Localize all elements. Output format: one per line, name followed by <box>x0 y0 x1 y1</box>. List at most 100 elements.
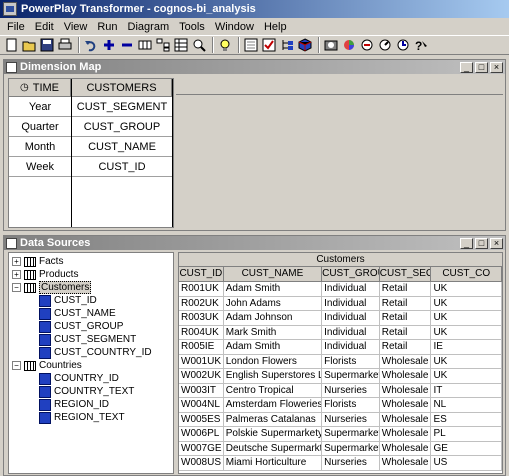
table-cell[interactable]: Retail <box>380 340 432 354</box>
dial-icon[interactable] <box>377 37 393 53</box>
table-cell[interactable]: W005ES <box>179 412 224 426</box>
columns-icon[interactable] <box>137 37 153 53</box>
remove-icon[interactable] <box>119 37 135 53</box>
menu-diagram[interactable]: Diagram <box>123 21 175 33</box>
help-icon[interactable]: ? <box>413 37 429 53</box>
table-cell[interactable]: Mark Smith <box>224 325 323 339</box>
table-cell[interactable]: Wholesale <box>380 441 432 455</box>
table-cell[interactable]: R004UK <box>179 325 224 339</box>
measure-icon[interactable] <box>359 37 375 53</box>
menu-view[interactable]: View <box>59 21 93 33</box>
menu-run[interactable]: Run <box>92 21 122 33</box>
expand-icon[interactable]: + <box>12 257 21 266</box>
table-row[interactable]: W005ES Palmeras Catalanas Nurseries Wholesa… <box>179 412 502 427</box>
open-icon[interactable] <box>21 37 37 53</box>
level-cust-segment[interactable]: CUST_SEGMENT <box>72 97 172 117</box>
tree-column-cust-id[interactable]: CUST_ID <box>39 294 97 307</box>
table-cell[interactable]: Individual <box>322 340 380 354</box>
chart-icon[interactable] <box>341 37 357 53</box>
zoom-icon[interactable] <box>191 37 207 53</box>
tree-column-cust-group[interactable]: CUST_GROUP <box>39 320 123 333</box>
dimension-header-time[interactable]: ◷ TIME <box>9 79 71 97</box>
table-cell[interactable]: IE <box>431 340 502 354</box>
table-cell[interactable]: UK <box>431 369 502 383</box>
tree-column-country-id[interactable]: COUNTRY_ID <box>39 372 119 385</box>
minimize-button[interactable]: _ <box>460 61 473 73</box>
table-cell[interactable]: Supermarkets <box>322 427 380 441</box>
undo-icon[interactable] <box>83 37 99 53</box>
table-cell[interactable]: W008US <box>179 456 224 470</box>
table-cell[interactable]: Individual <box>322 311 380 325</box>
table-row[interactable]: W006PLPolskie Supermarkety S.A.Supermark… <box>179 427 502 442</box>
save-icon[interactable] <box>39 37 55 53</box>
camera-icon[interactable] <box>323 37 339 53</box>
table-cell[interactable]: Wholesale <box>380 427 432 441</box>
level-cust-group[interactable]: CUST_GROUP <box>72 117 172 137</box>
tree-icon[interactable] <box>279 37 295 53</box>
table-cell[interactable]: W002UK <box>179 369 224 383</box>
column-header[interactable]: CUST_ID <box>179 267 224 281</box>
table-row[interactable]: W003IT Centro Tropical Nurseries Wholesale I… <box>179 383 502 398</box>
table-row[interactable]: W004NL Amsterdam Floweries Florists Wholesa… <box>179 398 502 413</box>
table-row[interactable]: R003UK Adam Johnson Individual Retail UK <box>179 311 502 326</box>
column-header[interactable]: CUST_SEGI <box>380 267 432 281</box>
add-icon[interactable] <box>101 37 117 53</box>
tree-column-region-id[interactable]: REGION_ID <box>39 398 109 411</box>
table-row[interactable]: R002UK John Adams Individual Retail UK <box>179 296 502 311</box>
table-row[interactable]: R001UK Adam Smith Individual Retail UK <box>179 282 502 297</box>
table-cell[interactable]: Wholesale <box>380 412 432 426</box>
table-cell[interactable]: R001UK <box>179 282 224 296</box>
table-cell[interactable]: Nurseries <box>322 383 380 397</box>
tree-node-products[interactable]: + Products <box>12 268 78 281</box>
menu-help[interactable]: Help <box>259 21 292 33</box>
table-cell[interactable]: Nurseries <box>322 412 380 426</box>
tree-node-customers[interactable]: − Customers <box>12 281 92 294</box>
tree-column-country-text[interactable]: COUNTRY_TEXT <box>39 385 134 398</box>
expand-icon[interactable]: + <box>12 270 21 279</box>
table-cell[interactable]: Nurseries <box>322 456 380 470</box>
print-icon[interactable] <box>57 37 73 53</box>
dimension-customers[interactable]: CUSTOMERS CUST_SEGMENT CUST_GROUP CUST_N… <box>72 79 173 227</box>
table-cell[interactable]: Retail <box>380 325 432 339</box>
table-icon[interactable] <box>173 37 189 53</box>
table-row[interactable]: W001UK London Flowers Florists Wholesale UK <box>179 354 502 369</box>
table-cell[interactable]: UK <box>431 296 502 310</box>
table-cell[interactable]: R003UK <box>179 311 224 325</box>
level-quarter[interactable]: Quarter <box>9 117 71 137</box>
level-year[interactable]: Year <box>9 97 71 117</box>
table-cell[interactable]: London Flowers <box>224 354 323 368</box>
table-cell[interactable]: UK <box>431 311 502 325</box>
menu-edit[interactable]: Edit <box>30 21 59 33</box>
minimize-button[interactable]: _ <box>460 237 473 249</box>
level-cust-id[interactable]: CUST_ID <box>72 157 172 177</box>
tree-node-countries[interactable]: − Countries <box>12 359 82 372</box>
table-cell[interactable]: Adam Smith <box>224 282 323 296</box>
check-icon[interactable] <box>261 37 277 53</box>
table-cell[interactable]: NL <box>431 398 502 412</box>
table-cell[interactable]: Retail <box>380 282 432 296</box>
level-week[interactable]: Week <box>9 157 71 177</box>
table-row[interactable]: W002UKEnglish Superstores LtdSupermarket… <box>179 369 502 384</box>
close-button[interactable]: × <box>490 61 503 73</box>
tree-node-facts[interactable]: + Facts <box>12 255 63 268</box>
table-cell[interactable]: Wholesale <box>380 398 432 412</box>
table-row[interactable]: R004UK Mark Smith Individual Retail UK <box>179 325 502 340</box>
table-cell[interactable]: Miami Horticulture <box>224 456 323 470</box>
column-header[interactable]: CUST_NAME <box>224 267 323 281</box>
table-cell[interactable]: US <box>431 456 502 470</box>
tree-column-cust-name[interactable]: CUST_NAME <box>39 307 116 320</box>
menu-tools[interactable]: Tools <box>174 21 210 33</box>
table-cell[interactable]: UK <box>431 354 502 368</box>
report-icon[interactable] <box>243 37 259 53</box>
column-header[interactable]: CUST_CO <box>431 267 502 281</box>
table-row[interactable]: R005IE Adam Smith Individual Retail IE <box>179 340 502 355</box>
table-cell[interactable]: Wholesale <box>380 456 432 470</box>
table-cell[interactable]: ES <box>431 412 502 426</box>
table-cell[interactable]: Supermarkets <box>322 441 380 455</box>
table-cell[interactable]: W003IT <box>179 383 224 397</box>
cube-icon[interactable] <box>297 37 313 53</box>
table-cell[interactable]: Individual <box>322 325 380 339</box>
table-cell[interactable]: Centro Tropical <box>224 383 323 397</box>
tree-column-cust-segment[interactable]: CUST_SEGMENT <box>39 333 136 346</box>
table-cell[interactable]: W007GE <box>179 441 224 455</box>
